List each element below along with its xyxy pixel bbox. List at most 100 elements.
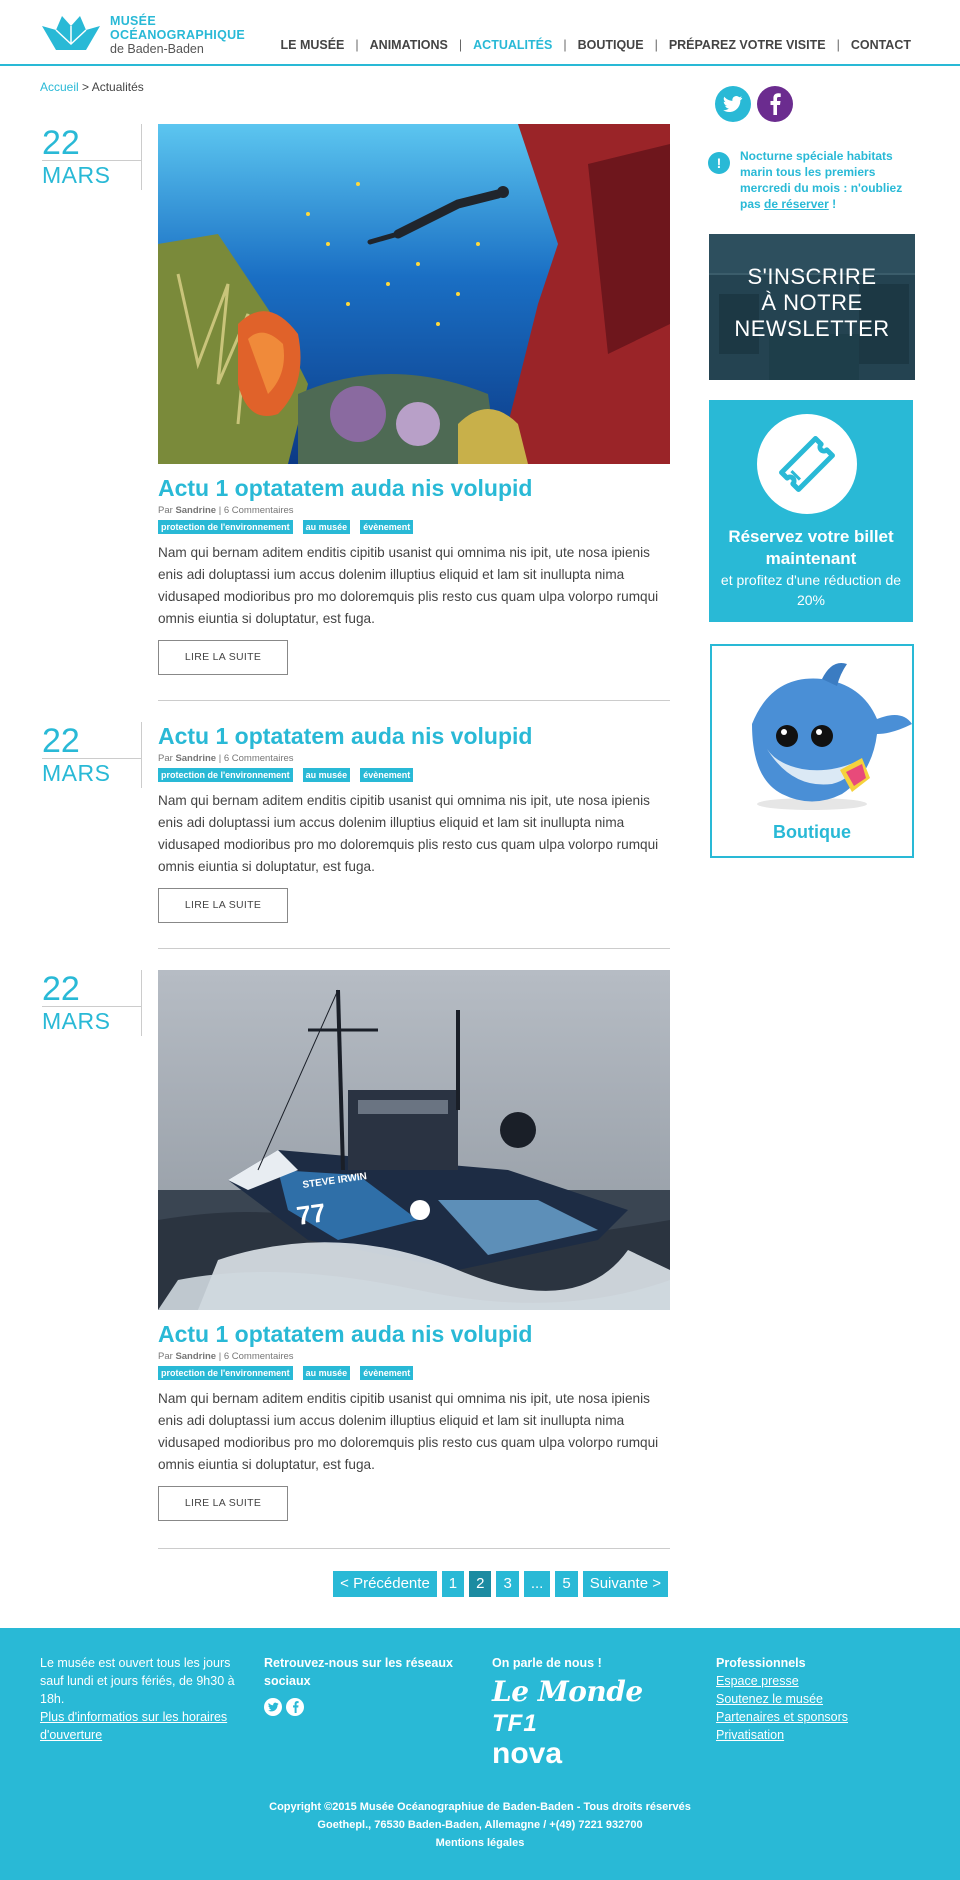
twitter-icon[interactable] [264, 1698, 282, 1716]
read-more-button[interactable]: LIRE LA SUITE [158, 640, 288, 675]
pagination-page-3[interactable]: 3 [496, 1571, 519, 1597]
newsletter-line-3: NEWSLETTER [734, 316, 890, 341]
article-title[interactable]: Actu 1 optatatem auda nis volupid [158, 722, 670, 750]
newsletter-line-2: À NOTRE [761, 290, 863, 315]
logo-line-3: de Baden-Baden [110, 42, 204, 56]
article-divider [158, 700, 670, 701]
dolphin-plush-image [752, 663, 912, 810]
article-title[interactable]: Actu 1 optatatem auda nis volupid [158, 474, 670, 502]
footer-hours-link[interactable]: Plus d'informatios sur les horaires d'ou… [40, 1710, 227, 1742]
nav-item-contact[interactable]: CONTACT [840, 38, 922, 52]
newsletter-banner[interactable]: S'INSCRIRE À NOTRE NEWSLETTER [709, 234, 915, 380]
article-date: 22 MARS [42, 970, 142, 1036]
notice-suffix: ! [828, 197, 837, 211]
article-comments[interactable]: 6 Commentaires [224, 1351, 294, 1362]
notice-text: Nocturne spéciale habitats marin tous le… [740, 148, 918, 212]
footer-link-partenaires[interactable]: Partenaires et sponsors [716, 1710, 848, 1724]
article-date-month: MARS [42, 162, 111, 188]
footer-pro: Professionnels Espace presse Soutenez le… [716, 1654, 916, 1744]
tag-environnement[interactable]: protection de l'environnement [158, 1366, 293, 1380]
footer-social: Retrouvez-nous sur les réseaux sociaux [264, 1654, 474, 1716]
read-more-button[interactable]: LIRE LA SUITE [158, 888, 288, 923]
footer-press: On parle de nous ! Le Monde TF1 nova [492, 1654, 682, 1770]
nav-item-actualites[interactable]: ACTUALITÉS [462, 38, 563, 52]
ship-image[interactable]: STEVE IRWIN 77 [158, 970, 670, 1310]
article-excerpt: Nam qui bernam aditem enditis cipitib us… [158, 545, 659, 626]
facebook-icon[interactable] [757, 86, 793, 122]
article-meta: Par Sandrine | 6 Commentaires [158, 753, 294, 764]
newsletter-text: S'INSCRIRE À NOTRE NEWSLETTER [709, 264, 915, 342]
site-footer: Le musée est ouvert tous les jours sauf … [0, 1628, 960, 1880]
article-comments[interactable]: 6 Commentaires [224, 753, 294, 764]
article-divider [158, 1548, 670, 1549]
facebook-icon[interactable] [286, 1698, 304, 1716]
logo-line-2: OCÉANOGRAPHIQUE [110, 28, 246, 42]
logo-text: MUSÉE OCÉANOGRAPHIQUE de Baden-Baden [110, 14, 245, 58]
le-monde-logo[interactable]: Le Monde [492, 1676, 682, 1708]
tag-environnement[interactable]: protection de l'environnement [158, 520, 293, 534]
coral-reef-image[interactable] [158, 124, 670, 464]
tag-evenement[interactable]: évènement [360, 768, 414, 782]
tag-list: protection de l'environnement au musée é… [158, 768, 670, 782]
main-nav: LE MUSÉE | ANIMATIONS | ACTUALITÉS | BOU… [270, 38, 923, 52]
article-date: 22 MARS [42, 124, 142, 190]
read-more-button[interactable]: LIRE LA SUITE [158, 1486, 288, 1521]
nav-item-preparez-visite[interactable]: PRÉPAREZ VOTRE VISITE [658, 38, 837, 52]
ticket-subtitle: et profitez d'une réduction de 20% [720, 572, 902, 608]
newsletter-line-1: S'INSCRIRE [747, 264, 877, 289]
article-date-month: MARS [42, 760, 111, 786]
paper-boat-logo-icon [42, 16, 100, 50]
pagination-prev-button[interactable]: < Précédente [333, 1571, 437, 1597]
pagination-next-button[interactable]: Suivante > [582, 1571, 668, 1597]
ship-number-text: 77 [295, 1197, 328, 1231]
notice-reserve-link[interactable]: de réserver [764, 197, 829, 211]
tag-list: protection de l'environnement au musée é… [158, 1366, 670, 1380]
article-date: 22 MARS [42, 722, 142, 788]
address-text: Goethepl., 76530 Baden-Baden, Allemagne … [317, 1819, 643, 1831]
tf1-logo[interactable]: TF1 [492, 1710, 682, 1738]
author-prefix: Par [158, 1351, 173, 1362]
nav-item-animations[interactable]: ANIMATIONS [359, 38, 459, 52]
article-body: Actu 1 optatatem auda nis volupid Par Sa… [158, 124, 670, 675]
article-meta: Par Sandrine | 6 Commentaires [158, 505, 294, 516]
article-excerpt: Nam qui bernam aditem enditis cipitib us… [158, 1391, 659, 1472]
date-divider [42, 160, 142, 161]
twitter-icon[interactable] [715, 86, 751, 122]
nav-item-le-musee[interactable]: LE MUSÉE [270, 38, 356, 52]
footer-link-soutenez[interactable]: Soutenez le musée [716, 1692, 823, 1706]
pagination-page-5[interactable]: 5 [555, 1571, 578, 1597]
breadcrumb-current: Actualités [91, 80, 144, 94]
article-body: Actu 1 optatatem auda nis volupid Par Sa… [158, 722, 670, 923]
pagination-ellipsis[interactable]: ... [523, 1571, 551, 1597]
footer-link-espace-presse[interactable]: Espace presse [716, 1674, 799, 1688]
ticket-icon [779, 436, 835, 492]
article-divider [158, 948, 670, 949]
breadcrumb-home-link[interactable]: Accueil [40, 80, 79, 94]
legal-link[interactable]: Mentions légales [0, 1834, 960, 1852]
nova-logo[interactable]: nova [492, 1738, 682, 1770]
ticket-booking-box[interactable]: Réservez votre billet maintenant et prof… [709, 400, 913, 622]
article-body: STEVE IRWIN 77 Actu 1 optatatem auda nis… [158, 970, 670, 1521]
pagination-page-2[interactable]: 2 [469, 1571, 492, 1597]
article-excerpt: Nam qui bernam aditem enditis cipitib us… [158, 793, 659, 874]
tag-au-musee[interactable]: au musée [302, 1366, 351, 1380]
footer-link-privatisation[interactable]: Privatisation [716, 1728, 784, 1742]
tag-au-musee[interactable]: au musée [302, 768, 351, 782]
article-title[interactable]: Actu 1 optatatem auda nis volupid [158, 1320, 670, 1348]
tag-au-musee[interactable]: au musée [302, 520, 351, 534]
tag-environnement[interactable]: protection de l'environnement [158, 768, 293, 782]
date-divider [42, 758, 142, 759]
date-divider [42, 1006, 142, 1007]
breadcrumb-separator: > [82, 80, 90, 94]
copyright-text: Copyright ©2015 Musée Océanographiue de … [269, 1801, 691, 1813]
nav-item-boutique[interactable]: BOUTIQUE [567, 38, 655, 52]
article-comments[interactable]: 6 Commentaires [224, 505, 294, 516]
author-prefix: Par [158, 753, 173, 764]
tag-evenement[interactable]: évènement [360, 1366, 414, 1380]
alert-icon: ! [708, 152, 730, 174]
site-logo[interactable]: MUSÉE OCÉANOGRAPHIQUE de Baden-Baden [40, 14, 250, 58]
pagination-page-1[interactable]: 1 [441, 1571, 465, 1597]
footer-copyright: Copyright ©2015 Musée Océanographiue de … [0, 1798, 960, 1852]
shop-box[interactable]: Boutique [710, 644, 914, 858]
tag-evenement[interactable]: évènement [360, 520, 414, 534]
